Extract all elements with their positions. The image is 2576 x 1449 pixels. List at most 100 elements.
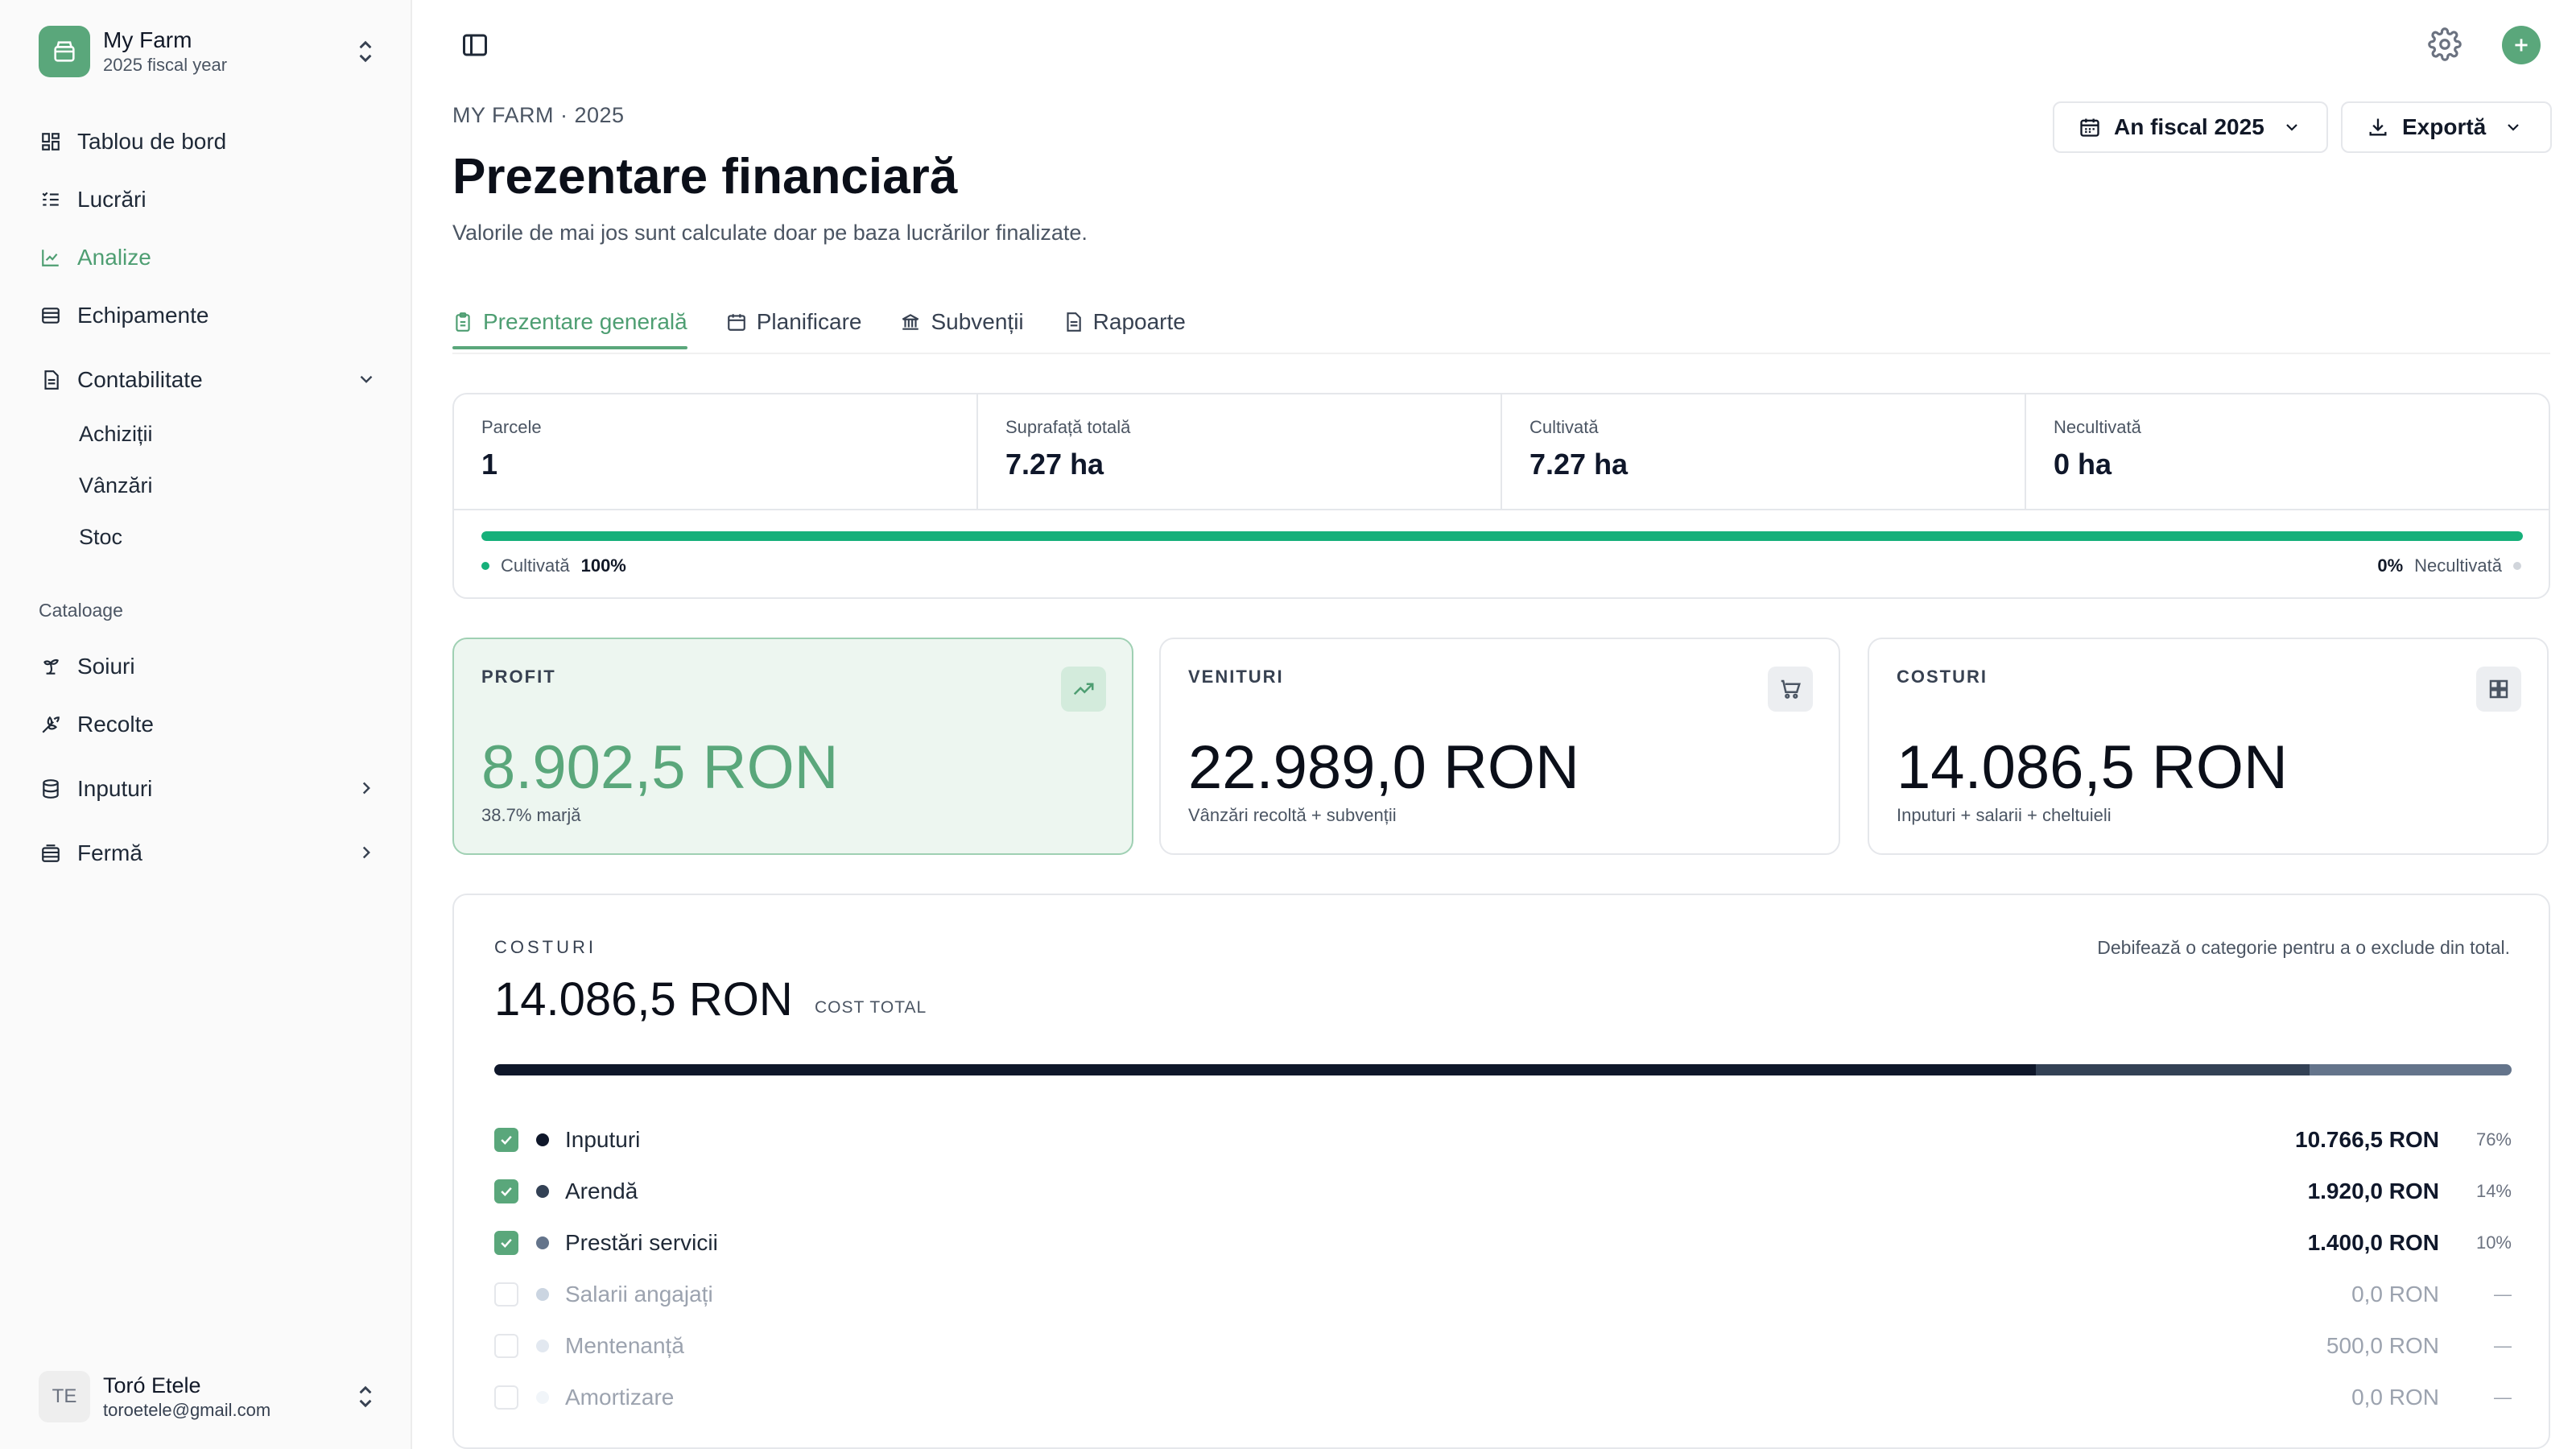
check-icon	[501, 1187, 512, 1196]
cost-category-checkbox[interactable]	[494, 1128, 518, 1152]
nav-sales[interactable]: Vânzări	[79, 467, 153, 504]
cost-category-row: Prestări servicii 1.400,0 RON 10%	[494, 1225, 2512, 1261]
add-button[interactable]	[2502, 26, 2541, 64]
trending-up-icon	[1061, 667, 1106, 712]
cost-category-name: Prestări servicii	[565, 1230, 718, 1255]
tabs-divider	[452, 353, 2550, 354]
dashboard-icon	[39, 130, 63, 154]
tab-planning[interactable]: Planificare	[726, 303, 861, 341]
check-icon	[501, 1135, 512, 1145]
file-text-icon	[1063, 312, 1084, 332]
nav-farm[interactable]: Fermă	[39, 832, 377, 874]
sidebar-toggle-icon[interactable]	[460, 31, 489, 60]
cost-category-checkbox[interactable]	[494, 1231, 518, 1255]
cost-category-name: Amortizare	[565, 1385, 675, 1410]
nav-works[interactable]: Lucrări	[39, 179, 377, 221]
cost-category-color-dot	[536, 1133, 549, 1146]
page-title: Prezentare financiară	[452, 149, 958, 204]
cost-category-checkbox[interactable]	[494, 1282, 518, 1307]
nav-acquisitions[interactable]: Achiziții	[79, 415, 153, 452]
cost-category-amount: 10.766,5 RON	[2295, 1127, 2439, 1152]
sprout-icon	[39, 654, 63, 679]
tab-overview[interactable]: Prezentare generală	[452, 303, 687, 349]
cost-category-amount: 500,0 RON	[2326, 1333, 2439, 1358]
calendar-icon	[726, 312, 747, 332]
chart-line-icon	[39, 246, 63, 270]
progress-legend-cultivated: Cultivată 100%	[481, 555, 626, 576]
user-name: Toró Etele	[103, 1373, 201, 1397]
stat-label: Suprafață totală	[1005, 417, 1131, 437]
costs-breakdown-card: COSTURI Debifează o categorie pentru a o…	[452, 894, 2550, 1449]
breadcrumb: MY FARM · 2025	[452, 103, 625, 127]
kpi-label: VENITURI	[1188, 667, 1284, 687]
nav-inputs-label: Inputuri	[77, 776, 153, 801]
nav-analytics[interactable]: Analize	[39, 237, 377, 279]
cost-category-name: Arendă	[565, 1179, 638, 1203]
tab-reports[interactable]: Rapoarte	[1063, 303, 1186, 341]
stat-label: Parcele	[481, 417, 542, 437]
kpi-label: COSTURI	[1897, 667, 1988, 687]
export-button[interactable]: Exportă	[2341, 101, 2552, 153]
gear-icon[interactable]	[2428, 27, 2462, 61]
tab-subsidies[interactable]: Subvenții	[900, 303, 1024, 341]
export-label: Exportă	[2402, 114, 2487, 139]
costs-hint: Debifează o categorie pentru a o exclude…	[2097, 937, 2510, 958]
nav-dashboard[interactable]: Tablou de bord	[39, 121, 377, 163]
stat-total-area: Suprafață totală 7.27 ha	[978, 394, 1502, 509]
nav-stock[interactable]: Stoc	[79, 518, 122, 555]
catalogs-section-label: Cataloage	[39, 600, 123, 621]
tab-overview-label: Prezentare generală	[483, 309, 687, 334]
stat-value: 7.27 ha	[1530, 448, 1629, 481]
cost-category-row: Amortizare 0,0 RON —	[494, 1380, 2512, 1415]
check-icon	[501, 1238, 512, 1248]
legend-uncultivated-label: Necultivată	[2414, 555, 2502, 576]
chevron-right-icon	[356, 842, 377, 869]
user-email: toroetele@gmail.com	[103, 1400, 271, 1420]
nav-accounting[interactable]: Contabilitate	[39, 359, 377, 401]
stat-uncultivated: Necultivată 0 ha	[2026, 394, 2550, 509]
stat-value: 7.27 ha	[1005, 448, 1104, 481]
stat-label: Cultivată	[1530, 417, 1599, 437]
fiscal-year-select[interactable]: An fiscal 2025	[2053, 101, 2328, 153]
legend-cultivated-label: Cultivată	[501, 555, 570, 576]
sidebar: My Farm 2025 fiscal year Tablou de bord …	[0, 0, 412, 1449]
user-menu[interactable]: TE Toró Etele toroetele@gmail.com	[39, 1368, 377, 1425]
avatar: TE	[39, 1371, 90, 1422]
cost-category-name: Inputuri	[565, 1127, 641, 1152]
chevron-down-icon	[2504, 118, 2523, 137]
progress-legend-uncultivated: 0% Necultivată	[2377, 555, 2521, 576]
calendar-icon	[2079, 116, 2101, 138]
fiscal-year-label: An fiscal 2025	[2114, 114, 2264, 139]
cultivated-dot	[481, 562, 489, 570]
chevron-down-icon	[356, 369, 377, 395]
legend-cultivated-pct: 100%	[580, 555, 626, 576]
wheat-icon	[39, 712, 63, 737]
tabs: Prezentare generală Planificare Subvenți…	[452, 303, 1224, 353]
cost-category-checkbox[interactable]	[494, 1385, 518, 1410]
farm-switcher[interactable]: My Farm 2025 fiscal year	[39, 24, 377, 79]
cost-category-percent: 14%	[2475, 1181, 2512, 1201]
cost-category-percent: —	[2494, 1335, 2512, 1356]
cost-category-name: Mentenanță	[565, 1333, 684, 1358]
nav-equipment-label: Echipamente	[77, 303, 209, 328]
stats-divider	[454, 509, 2549, 510]
kpi-label: PROFIT	[481, 667, 556, 687]
document-icon	[39, 368, 63, 392]
kpi-sub: Inputuri + salarii + cheltuieli	[1897, 805, 2112, 825]
cost-category-row: Salarii angajați 0,0 RON —	[494, 1277, 2512, 1312]
farm-icon	[39, 841, 63, 865]
chevron-down-icon	[2282, 118, 2301, 137]
farm-name: My Farm	[103, 27, 192, 52]
stat-parcels: Parcele 1	[454, 394, 978, 509]
nav-equipment[interactable]: Echipamente	[39, 295, 377, 336]
cost-category-name: Salarii angajați	[565, 1282, 713, 1307]
nav-inputs[interactable]: Inputuri	[39, 768, 377, 810]
nav-varieties[interactable]: Soiuri	[39, 646, 377, 687]
cost-category-checkbox[interactable]	[494, 1179, 518, 1203]
nav-harvests[interactable]: Recolte	[39, 704, 377, 745]
nav-analytics-label: Analize	[77, 245, 151, 270]
cost-category-checkbox[interactable]	[494, 1334, 518, 1358]
kpi-revenue-card: VENITURI 22.989,0 RON Vânzări recoltă + …	[1159, 638, 1840, 855]
kpi-value: 14.086,5 RON	[1897, 733, 2288, 802]
land-stats-card: Parcele 1 Suprafață totală 7.27 ha Culti…	[452, 393, 2550, 599]
